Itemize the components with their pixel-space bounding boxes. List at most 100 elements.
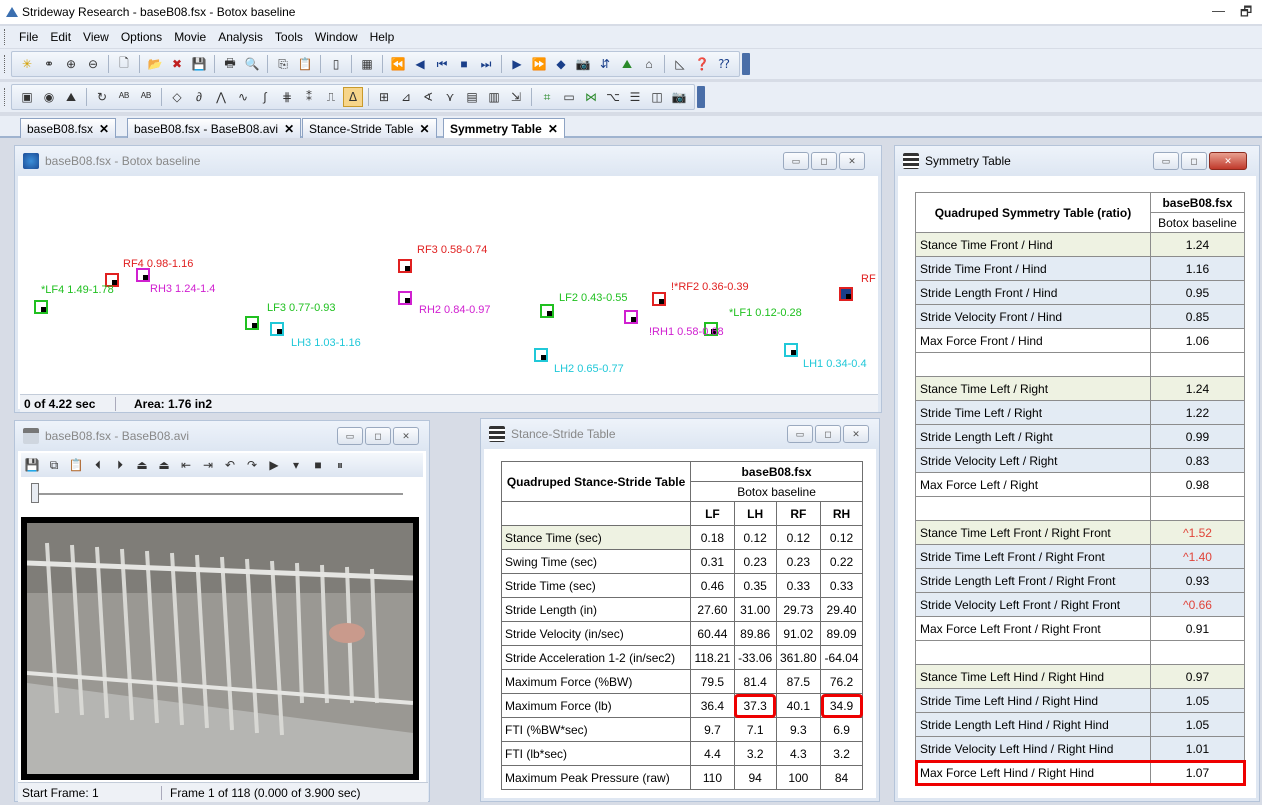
play-dropdown-icon[interactable]: ▾ — [286, 455, 306, 475]
video-window-title-bar[interactable]: baseB08.fsx - BaseB08.avi ▭ ◻ ✕ — [15, 421, 429, 451]
table-row[interactable]: Stance Time Front / Hind 1.24 — [915, 232, 1246, 257]
angle-icon[interactable]: ◺ — [670, 54, 690, 74]
wave-icon[interactable]: ∿ — [233, 87, 253, 107]
mark-out-icon[interactable]: ⏏ — [154, 455, 174, 475]
table-row[interactable]: Stride Time Left Front / Right Front ^1.4… — [915, 544, 1246, 569]
diamond-icon[interactable]: ◇ — [167, 87, 187, 107]
redo-icon[interactable]: ↷ — [242, 455, 262, 475]
chart-icon[interactable]: ⛰ — [617, 54, 637, 74]
stop-video-icon[interactable]: ■ — [308, 455, 328, 475]
bookmark-icon[interactable]: ⌂ — [639, 54, 659, 74]
target-icon[interactable]: ◉ — [39, 87, 59, 107]
paw-print-marker[interactable] — [839, 287, 853, 301]
pulse-icon[interactable]: ⎍ — [321, 87, 341, 107]
abc-icon[interactable]: ᴬᴮ — [114, 87, 134, 107]
table-row[interactable]: Stride Time Front / Hind 1.16 — [915, 256, 1246, 281]
angle-measure-icon[interactable]: ∢ — [418, 87, 438, 107]
table-row[interactable]: Stride Length Left Front / Right Front 0.… — [915, 568, 1246, 593]
table-row[interactable]: FTI (lb*sec) 4.4 3.2 4.3 3.2 — [500, 741, 863, 766]
table-row[interactable]: Stance Time Left Hind / Right Hind 0.97 — [915, 664, 1246, 689]
trim-end-icon[interactable]: ⇥ — [198, 455, 218, 475]
sparkle-icon[interactable]: ✳ — [17, 54, 37, 74]
table-row[interactable]: Max Force Left Hind / Right Hind 1.07 — [914, 759, 1246, 786]
open-folder-icon[interactable]: 📂 — [145, 54, 165, 74]
context-help-icon[interactable]: ⁇ — [714, 54, 734, 74]
table-row[interactable]: Stride Time (sec) 0.46 0.35 0.33 0.33 — [500, 573, 863, 598]
frame-icon[interactable]: ▣ — [17, 87, 37, 107]
table-row[interactable]: FTI (%BW*sec) 9.7 7.1 9.3 6.9 — [500, 717, 863, 742]
menu-file[interactable]: File — [13, 30, 44, 44]
print-icon[interactable]: 🖶 — [220, 54, 240, 74]
sort-icon[interactable]: ⇵ — [595, 54, 615, 74]
minimize-icon[interactable]: ▭ — [787, 425, 813, 443]
table-row[interactable]: Stride Acceleration 1-2 (in/sec2) 118.21-… — [500, 645, 863, 670]
report-icon[interactable]: ▥ — [484, 87, 504, 107]
table-row[interactable]: Stride Velocity Left Hind / Right Hind 1.… — [915, 736, 1246, 761]
menu-view[interactable]: View — [77, 30, 115, 44]
video-frame[interactable] — [21, 517, 419, 780]
table-row[interactable]: Stance Time Left Front / Right Front ^1.5… — [915, 520, 1246, 545]
mark-in-icon[interactable]: ⏏ — [132, 455, 152, 475]
camera-icon[interactable]: 📷 — [573, 54, 593, 74]
split-v-icon[interactable]: ◫ — [647, 87, 667, 107]
minimize-button[interactable]: — — [1212, 3, 1225, 18]
save-video-icon[interactable]: 💾 — [22, 455, 42, 475]
pause-video-icon[interactable]: ⏸ — [330, 455, 350, 475]
minimize-icon[interactable]: ▭ — [337, 427, 363, 445]
sensor-icon[interactable]: ⌗ — [537, 87, 557, 107]
footfall-map[interactable]: RF4 0.98-1.16 RH3 1.24-1.4 *LF4 1.49-1.7… — [19, 178, 877, 398]
maximize-icon[interactable]: ◻ — [1181, 152, 1207, 170]
close-icon[interactable]: ✕ — [843, 425, 869, 443]
symmetry-title-bar[interactable]: Symmetry Table ▭ ◻ ✕ — [895, 146, 1259, 176]
stop-icon[interactable]: ■ — [454, 54, 474, 74]
split-h-icon[interactable]: ☰ — [625, 87, 645, 107]
table-row[interactable]: Swing Time (sec) 0.31 0.23 0.23 0.22 — [500, 549, 863, 574]
zoom-out-icon[interactable]: ⊖ — [83, 54, 103, 74]
tab-close-icon[interactable]: ✕ — [284, 122, 294, 136]
step-back-icon[interactable]: ⏴ — [88, 455, 108, 475]
zoom-in-icon[interactable]: ⊕ — [61, 54, 81, 74]
table-row[interactable]: Stride Velocity Left / Right 0.83 — [915, 448, 1246, 473]
paw-print-marker[interactable] — [784, 343, 798, 357]
paw-print-marker[interactable] — [652, 292, 666, 306]
paw-print-marker[interactable] — [624, 310, 638, 324]
table-row[interactable]: Stride Velocity Front / Hind 0.85 — [915, 304, 1246, 329]
skip-start-icon[interactable]: ⏮ — [432, 54, 452, 74]
new-file-icon[interactable]: 🗋 — [114, 54, 134, 74]
save-icon[interactable]: 💾 — [189, 54, 209, 74]
table-row[interactable]: Stride Velocity (in/sec) 60.44 89.86 91.02 8… — [500, 621, 863, 646]
paw-print-marker[interactable] — [398, 291, 412, 305]
first-frame-icon[interactable]: ⏪ — [388, 54, 408, 74]
menu-tools[interactable]: Tools — [269, 30, 309, 44]
step-back-icon[interactable]: ◀ — [410, 54, 430, 74]
paw-print-marker[interactable] — [534, 348, 548, 362]
toolbar-grip[interactable] — [4, 55, 7, 73]
minimize-icon[interactable]: ▭ — [1153, 152, 1179, 170]
link-icon[interactable]: ⋈ — [581, 87, 601, 107]
table-row[interactable]: Stride Length Left / Right 0.99 — [915, 424, 1246, 449]
tab-baseb08-avi[interactable]: baseB08.fsx - BaseB08.avi ✕ — [127, 118, 302, 138]
tab-symmetry-table[interactable]: Symmetry Table ✕ — [443, 118, 565, 138]
paste-icon[interactable]: 📋 — [295, 54, 315, 74]
seek-thumb[interactable] — [31, 483, 39, 503]
footprint-icon[interactable]: ⁑ — [299, 87, 319, 107]
undo-icon[interactable]: ↶ — [220, 455, 240, 475]
toolbar-grip[interactable] — [4, 88, 7, 106]
table-grid-icon[interactable]: ⊞ — [374, 87, 394, 107]
integral-icon[interactable]: ∫ — [255, 87, 275, 107]
table-row[interactable]: Max Force Left Front / Right Front 0.91 — [915, 616, 1246, 641]
grid-icon[interactable]: ⋕ — [277, 87, 297, 107]
menu-analysis[interactable]: Analysis — [212, 30, 269, 44]
maximize-button[interactable]: 🗗 — [1240, 3, 1252, 25]
copy-icon[interactable]: ⎘ — [273, 54, 293, 74]
table-row[interactable]: Stance Time (sec) 0.18 0.12 0.12 0.12 — [500, 525, 863, 550]
video-seek-slider[interactable] — [21, 481, 423, 505]
table-row[interactable]: Max Force Left / Right 0.98 — [915, 472, 1246, 497]
play-icon[interactable]: ▶ — [507, 54, 527, 74]
step-forward-icon[interactable]: ⏵ — [110, 455, 130, 475]
close-file-icon[interactable]: ✖ — [167, 54, 187, 74]
table-row[interactable]: Stride Time Left Hind / Right Hind 1.05 — [915, 688, 1246, 713]
page-icon[interactable]: ▯ — [326, 54, 346, 74]
graph-icon[interactable]: ⊿ — [396, 87, 416, 107]
close-icon[interactable]: ✕ — [393, 427, 419, 445]
